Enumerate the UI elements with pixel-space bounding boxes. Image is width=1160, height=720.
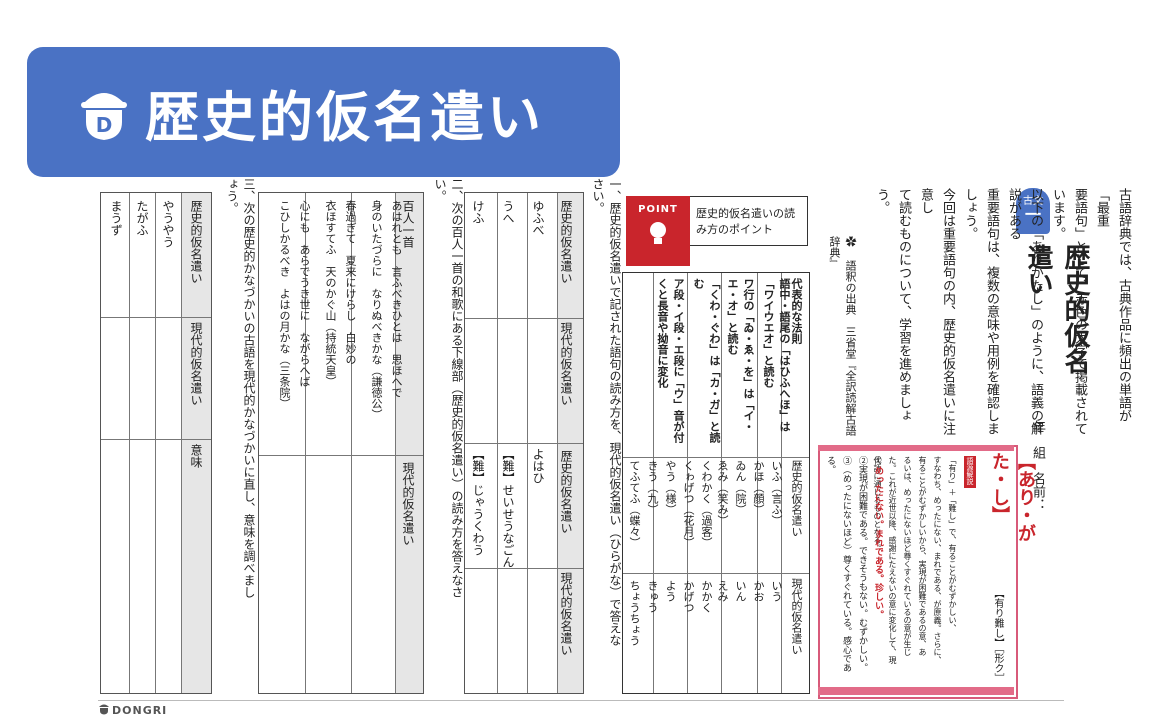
intro-line: 重要語句は、複数の意味や用例を確認しましょう。 bbox=[962, 188, 999, 435]
sense-item: ①めったにない。まれである。珍しい。 bbox=[873, 456, 883, 619]
poem-line: あはれとも 言ふべきひとは 思ほへで bbox=[390, 200, 403, 398]
q1-divider bbox=[465, 318, 583, 319]
etymology-label: 語源解説 bbox=[964, 456, 976, 488]
q1-col-header: 歴史的仮名遣い bbox=[559, 450, 573, 534]
poem-line: こひしかるべき よはの月かな（三条院） bbox=[278, 200, 291, 409]
q1-item: けふ bbox=[471, 200, 485, 224]
q2-poem: 心にも あらでうき世に ながらへば こひしかるべき よはの月かな（三条院） bbox=[274, 200, 314, 452]
q1-item: 【難】じゃうくわう bbox=[471, 448, 485, 556]
q1-divider bbox=[465, 568, 583, 569]
point-example: くゎげつ（花月） bbox=[682, 460, 695, 548]
acorn-icon bbox=[98, 702, 110, 718]
q1-item: ゆふべ bbox=[531, 200, 545, 236]
point-example: くわかく（過客） bbox=[700, 460, 713, 548]
q1-prompt: 一、歴史的仮名遣いで記された語句の読み方を、現代的仮名遣い（ひらがな）で答えなさ… bbox=[591, 178, 622, 646]
point-answer: いう bbox=[770, 580, 783, 602]
point-example: やう（様） bbox=[664, 460, 677, 515]
dict-body-line: 有ることがむずかしいから、実現が困難であるの意、あ bbox=[918, 456, 927, 656]
q2-col-header: 現代的仮名遣い bbox=[401, 462, 415, 546]
point-rule: ワ行の「ゐ・ゑ・を」は「イ・エ・オ」と読む bbox=[726, 278, 755, 432]
point-example: ゑみ（笑み） bbox=[716, 460, 729, 526]
q1-item: よはひ bbox=[531, 448, 545, 484]
q2-poem: あはれとも 言ふべきひとは 思ほへで 身のいたづらに なりぬべきかな（謙徳公） bbox=[366, 200, 406, 452]
point-col-header: 歴史的仮名遣い bbox=[790, 460, 803, 537]
q1-divider bbox=[465, 443, 583, 444]
point-answer: きゅう bbox=[646, 580, 659, 613]
dict-body-line: るいは、めったにないほど尊くすぐれているの意が生じ bbox=[903, 456, 912, 656]
point-example: かほ（顔） bbox=[752, 460, 765, 515]
q3-item: まうず bbox=[109, 200, 123, 236]
dict-subtitle: 【有り難し】［形ク］ bbox=[992, 588, 1003, 683]
point-badge-label: POINT bbox=[638, 204, 678, 215]
q3-divider bbox=[129, 193, 130, 693]
poem-line: 春過ぎて 夏来にけらし 白妙の bbox=[344, 200, 357, 365]
card-bottom-bar bbox=[818, 687, 1014, 695]
q2-prompt: 二、次の百人一首の和歌にある下線部（歴史的仮名遣い）の読み方を答えなさい。 bbox=[433, 178, 464, 598]
point-rule: 「くわ・ぐわ」は「カ・ガ」と読む bbox=[692, 278, 721, 443]
q1-item: 【難】せいせうなごん bbox=[501, 448, 515, 568]
point-example: てふてふ（蝶々） bbox=[628, 460, 641, 548]
point-rule: ア段・イ段・エ段に「ウ」音が付くと長音や拗音に変化 bbox=[656, 278, 685, 443]
intro-line: 古語辞典では、古典作品に頻出の単語が「最重 bbox=[1094, 188, 1131, 422]
dict-senses: ①めったにない。まれである。珍しい。 ②実現が困難である。できそうもない。むずか… bbox=[822, 456, 886, 684]
footer-brand: DONGRI bbox=[98, 702, 167, 718]
title-banner: D 歴史的仮名遣い bbox=[27, 47, 620, 177]
acorn-logo-icon: D bbox=[77, 82, 131, 142]
q3-divider bbox=[155, 193, 156, 693]
point-example: ゐん（院） bbox=[734, 460, 747, 515]
lightbulb-icon bbox=[626, 219, 690, 253]
sense-item: ②実現が困難である。できそうもない。むずかしい。 bbox=[857, 456, 867, 672]
point-answer: いん bbox=[734, 580, 747, 602]
source-note: ✿ 語釈の出典 三省堂『全訳読解古語辞典』 bbox=[828, 236, 857, 436]
q3-prompt: 三、次の歴史的かなづかいの古語を現代的かなづかいに直し、意味を調べましょう。 bbox=[225, 178, 256, 598]
dict-body-line: た。これが近世以降、感謝にたえないの意に変化して、現 bbox=[888, 456, 897, 664]
intro-line: 今回は重要語句の内、歴史的仮名遣いに注意し bbox=[918, 188, 955, 435]
q3-col-header: 意味 bbox=[189, 444, 203, 468]
card-top-bar bbox=[818, 445, 1014, 451]
intro-line: て読むものについて、学習を進めましょう。 bbox=[874, 188, 911, 422]
q3-divider bbox=[101, 439, 211, 440]
q2-poem: 春過ぎて 夏来にけらし 白妙の 衣ほすてふ 天のかぐ山（持統天皇） bbox=[320, 200, 360, 452]
q1-item: うへ bbox=[501, 200, 515, 224]
intro-line: 以下の「ありがたし」のように、語義の解説がある bbox=[1006, 188, 1043, 435]
point-answer: かげつ bbox=[682, 580, 695, 613]
q3-divider bbox=[101, 317, 211, 318]
q3-col-header: 歴史的仮名遣い bbox=[189, 200, 203, 284]
point-heading: 歴史的仮名遣いの読み方のポイント bbox=[696, 207, 795, 236]
point-answer: よう bbox=[664, 580, 677, 602]
point-answer: えみ bbox=[716, 580, 729, 602]
footer-rule bbox=[98, 700, 1064, 701]
sense-item: ③（めったにないほど）尊くすぐれている。感心である。 bbox=[825, 456, 851, 672]
point-badge: POINT bbox=[626, 196, 690, 266]
dict-body-line: すなわち、めったにない、まれである、が原義。さらに、 bbox=[933, 456, 942, 664]
q1-col-header: 歴史的仮名遣い bbox=[559, 200, 573, 284]
q2-divider bbox=[259, 455, 423, 456]
dict-headword: 【あり・がた・し】 bbox=[989, 452, 1036, 542]
poem-line: 身のいたづらに なりぬべきかな（謙徳公） bbox=[370, 200, 383, 420]
point-col-header: 現代的仮名遣い bbox=[790, 578, 803, 655]
q3-item: たがふ bbox=[135, 200, 149, 236]
q1-col-header: 現代的仮名遣い bbox=[559, 572, 573, 656]
q3-col-header: 現代的仮名遣い bbox=[189, 322, 203, 406]
banner-title: 歴史的仮名遣い bbox=[145, 85, 544, 149]
point-rule: 語中・語尾の「はひふへほ」は「ワイウエオ」と読む bbox=[762, 278, 791, 432]
poem-line: 衣ほすてふ 天のかぐ山（持統天皇） bbox=[324, 200, 337, 387]
q1-col-header: 現代的仮名遣い bbox=[559, 322, 573, 406]
point-example: きう（九） bbox=[646, 460, 659, 515]
dict-body-line: 「有り」＋「難し」で、有ることがむずかしい、 bbox=[948, 456, 957, 632]
point-example: いふ（言ふ） bbox=[770, 460, 783, 526]
q3-divider bbox=[181, 193, 182, 693]
point-answer: ちょうちょう bbox=[628, 580, 641, 646]
svg-text:D: D bbox=[96, 113, 113, 137]
point-answer: かお bbox=[752, 580, 765, 602]
intro-line: 要語句」として、赤色の太字で掲載されています。 bbox=[1050, 188, 1087, 435]
q3-item: やうやう bbox=[161, 200, 175, 248]
point-answer: かかく bbox=[700, 580, 713, 613]
intro-text: 古語辞典では、古典作品に頻出の単語が「最重 要語句」として、赤色の太字で掲載され… bbox=[870, 188, 1134, 438]
brand-label: DONGRI bbox=[112, 703, 168, 717]
poem-line: 心にも あらでうき世に ながらへば bbox=[298, 200, 311, 387]
